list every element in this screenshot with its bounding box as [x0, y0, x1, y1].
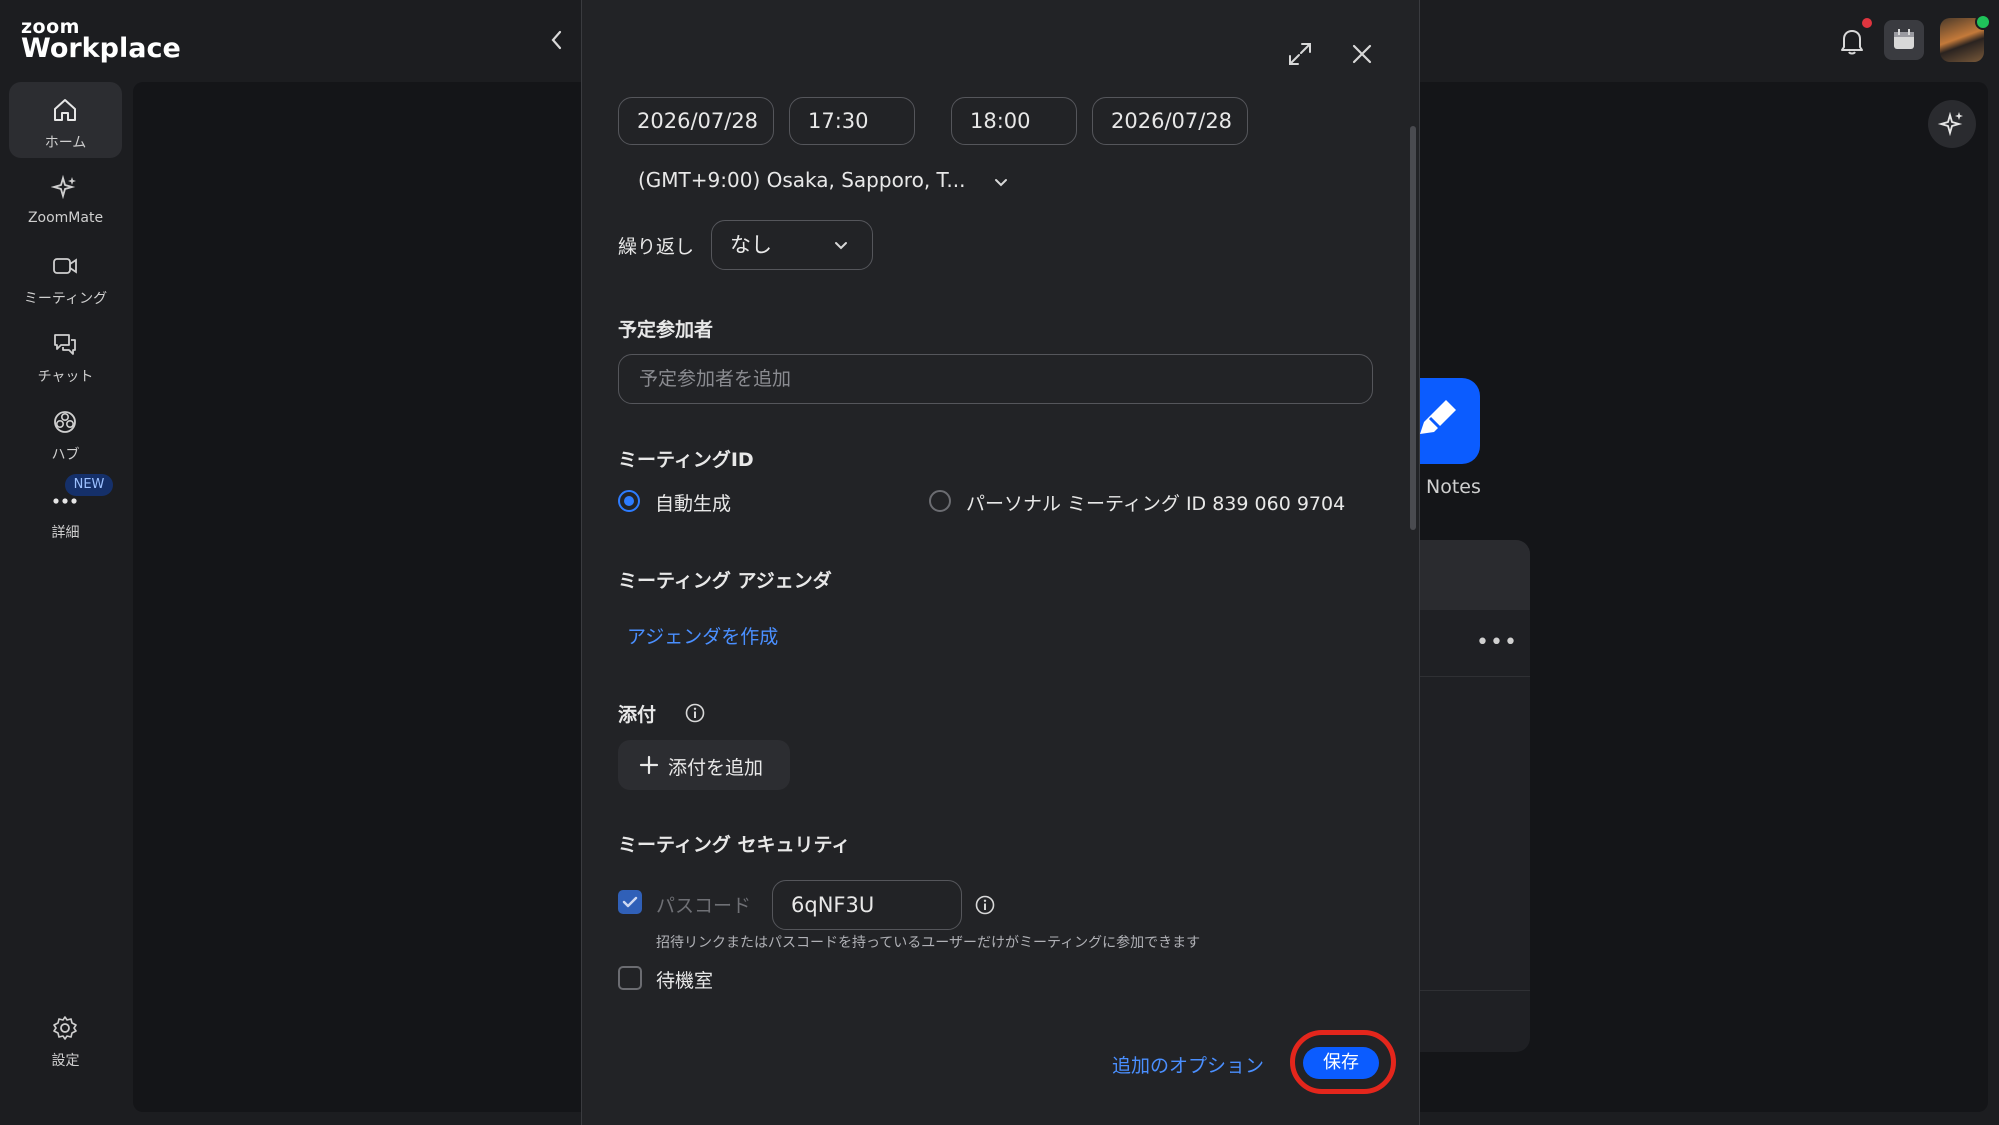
passcode-checkbox[interactable] — [618, 890, 642, 914]
add-attachment-button[interactable]: 添付を追加 — [618, 740, 790, 790]
end-date-picker[interactable]: 2026/07/28 — [1092, 97, 1248, 145]
agenda-title: ミーティング アジェンダ — [618, 570, 832, 592]
sidebar-item-label: 設定 — [51, 1053, 80, 1069]
start-date-picker[interactable]: 2026/07/28 — [618, 97, 774, 145]
chevron-left-icon[interactable] — [548, 28, 566, 52]
plus-icon — [639, 755, 659, 775]
sidebar-item-label: ハブ — [51, 447, 80, 463]
passcode-hint: 招待リンクまたはパスコードを持っているユーザーだけがミーティングに参加できます — [656, 935, 1201, 951]
calendar-icon — [1894, 29, 1914, 49]
create-agenda-link[interactable]: アジェンダを作成 — [627, 622, 778, 649]
security-title: ミーティング セキュリティ — [618, 834, 851, 856]
save-button[interactable]: 保存 — [1303, 1047, 1379, 1079]
bell-icon[interactable] — [1838, 26, 1866, 56]
presence-status-dot — [1975, 14, 1991, 30]
more-options-link[interactable]: 追加のオプション — [1112, 1051, 1264, 1078]
notification-dot — [1862, 18, 1872, 28]
expand-icon[interactable] — [1286, 40, 1314, 68]
attachments-title: 添付 — [618, 704, 657, 726]
sidebar-item-hub[interactable]: ハブ — [9, 394, 122, 470]
sidebar-item-meetings[interactable]: ミーティング — [9, 238, 122, 314]
timezone-value: (GMT+9:00) Osaka, Sapporo, T... — [638, 168, 966, 192]
chat-icon — [54, 334, 76, 355]
waiting-room-label: 待機室 — [656, 970, 714, 992]
end-time-picker[interactable]: 18:00 — [951, 97, 1077, 145]
close-icon[interactable] — [1350, 42, 1374, 66]
hub-icon — [54, 411, 76, 433]
chevron-down-icon — [995, 179, 1007, 187]
sidebar-item-home[interactable]: ホーム — [9, 82, 122, 158]
sidebar-item-zoommate[interactable]: ZoomMate — [9, 160, 122, 236]
passcode-label: パスコード — [656, 895, 752, 917]
start-time-picker[interactable]: 17:30 — [789, 97, 915, 145]
new-badge: NEW — [65, 474, 113, 496]
add-attachment-label: 添付を追加 — [668, 757, 764, 779]
waiting-room-checkbox[interactable] — [618, 966, 642, 990]
ai-companion-button[interactable] — [1928, 100, 1976, 148]
chevron-down-icon — [835, 242, 847, 250]
sidebar-item-chat[interactable]: チャット — [9, 316, 122, 392]
meeting-id-personal-label: パーソナル ミーティング ID 839 060 9704 — [966, 493, 1346, 515]
meeting-id-auto-radio[interactable] — [618, 490, 640, 512]
info-icon[interactable] — [684, 702, 706, 724]
attendees-title: 予定参加者 — [618, 319, 714, 341]
sidebar-item-label: ミーティング — [23, 291, 108, 307]
recurrence-label: 繰り返し — [618, 236, 695, 258]
notes-label: Notes — [1426, 476, 1481, 498]
more-options-icon[interactable]: ••• — [1476, 630, 1518, 655]
passcode-input[interactable] — [772, 880, 962, 930]
info-icon[interactable] — [974, 894, 996, 916]
attendees-input[interactable] — [618, 354, 1373, 404]
home-icon — [54, 99, 76, 121]
calendar-button[interactable] — [1884, 20, 1924, 60]
sidebar-item-label: ZoomMate — [27, 210, 104, 226]
recurrence-select[interactable]: なし — [711, 220, 873, 270]
sparkle-icon — [1937, 111, 1963, 137]
recurrence-value: なし — [730, 233, 772, 257]
gear-icon — [53, 1016, 77, 1040]
schedule-meeting-dialog: 2026/07/28 17:30 18:00 2026/07/28 (GMT+9… — [581, 0, 1420, 1125]
meeting-id-title: ミーティングID — [618, 449, 754, 471]
sparkle-icon — [51, 174, 76, 200]
sidebar-item-label: ホーム — [44, 135, 87, 151]
meeting-id-auto-label: 自動生成 — [655, 493, 732, 515]
sidebar-item-label: チャット — [37, 369, 94, 385]
sidebar-item-settings[interactable]: 設定 — [9, 1000, 122, 1076]
meeting-id-personal-radio[interactable] — [929, 490, 951, 512]
logo-workplace: Workplace — [21, 33, 181, 64]
sidebar-item-label: 詳細 — [51, 525, 80, 541]
scrollbar[interactable] — [1410, 126, 1416, 530]
sidebar: zoom Workplace ホーム ZoomMate ミーティング チャット … — [0, 0, 181, 1125]
checkmark-icon — [622, 896, 638, 908]
video-icon — [53, 258, 77, 274]
